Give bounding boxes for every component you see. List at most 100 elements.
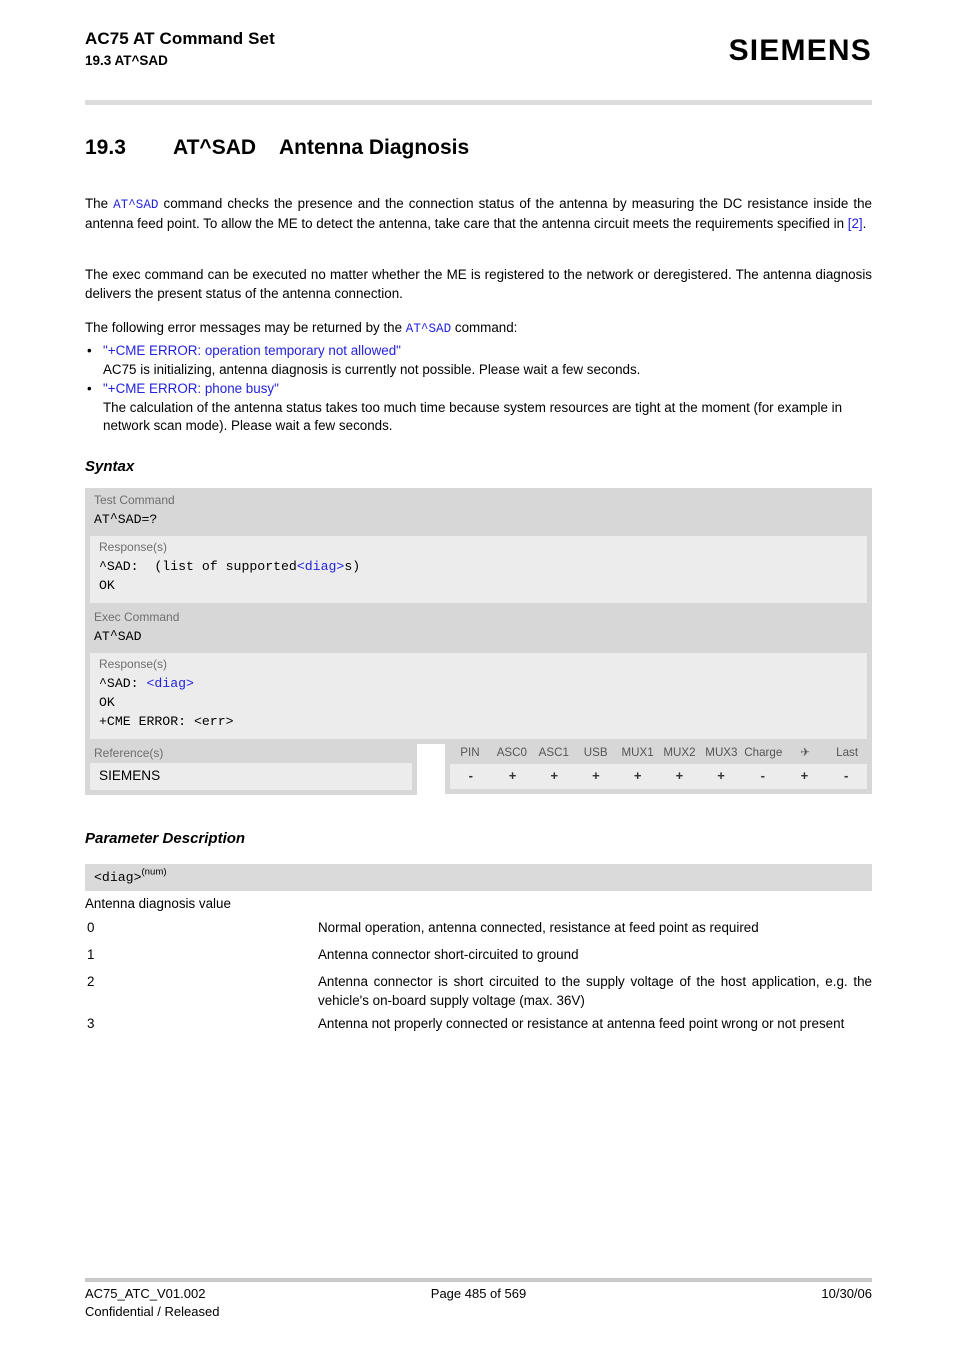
capability-value-row: - + + + + + + - + - <box>450 764 867 789</box>
diag-placeholder: <diag> <box>146 676 194 691</box>
section-title: Antenna Diagnosis <box>279 136 470 159</box>
syntax-heading: Syntax <box>85 458 135 475</box>
capability-column-mux1: MUX1 <box>621 746 654 759</box>
capability-value-asc1: + <box>550 768 559 783</box>
resp-ok-line: OK <box>99 578 115 593</box>
test-response-block: Response(s) ^SAD: (list of supported<dia… <box>90 536 867 603</box>
capability-column-asc0: ASC0 <box>496 746 527 759</box>
intro-p1-part-c: . <box>862 215 867 231</box>
capability-header-row: PIN ASC0 ASC1 USB MUX1 MUX2 MUX3 Charge … <box>445 741 872 764</box>
footer-divider <box>85 1278 872 1282</box>
table-row: 1 Antenna connector short-circuited to g… <box>85 946 872 965</box>
exec-command-label: Exec Command <box>94 610 180 624</box>
resp-part-c: s) <box>344 559 361 574</box>
code-post: SAD=? <box>117 512 158 527</box>
document-page: AC75 AT Command Set 19.3 AT^SAD SIEMENS … <box>0 0 954 1351</box>
capability-column-last: Last <box>836 746 859 759</box>
error-message-list: • "+CME ERROR: operation temporary not a… <box>85 342 872 436</box>
bullet-icon: • <box>87 343 92 358</box>
intro-paragraph-3: The following error messages may be retu… <box>85 319 872 339</box>
intro-p3-command: AT^SAD <box>405 322 452 336</box>
error-description: The calculation of the antenna status ta… <box>103 399 843 434</box>
code-pre: AT <box>94 512 110 527</box>
reference-link-2[interactable]: [2] <box>848 216 863 231</box>
capability-value-pin: - <box>468 768 474 783</box>
intro-p3-part-b: command: <box>451 320 518 335</box>
reference-label: Reference(s) <box>94 746 164 760</box>
list-item: • "+CME ERROR: phone busy" The calculati… <box>85 380 872 436</box>
capability-value-mux1: + <box>633 768 642 783</box>
parameter-value-description: Normal operation, antenna connected, res… <box>318 920 759 935</box>
parameter-name: <diag> <box>94 870 142 885</box>
intro-p1-command: AT^SAD <box>113 198 159 212</box>
resp-ok-line: OK <box>99 695 115 710</box>
document-title: AC75 AT Command Set <box>85 29 275 48</box>
capability-column-charge: Charge <box>744 746 783 759</box>
exec-command-code: AT^SAD <box>85 627 872 653</box>
parameter-name-band: <diag>(num) <box>85 864 872 891</box>
parameter-type: (num) <box>141 866 167 878</box>
footer-date: 10/30/06 <box>821 1286 872 1301</box>
capability-value-last: - <box>844 768 849 783</box>
caret-glyph: ^ <box>109 511 118 526</box>
exec-response-label: Response(s) <box>99 657 168 671</box>
table-row: 3 Antenna not properly connected or resi… <box>85 1015 872 1034</box>
code-post: SAD <box>117 629 142 644</box>
siemens-logo: SIEMENS <box>728 34 872 67</box>
capability-column-pin: PIN <box>460 746 480 759</box>
parameter-value-key: 1 <box>87 947 95 962</box>
capability-value-airplane: + <box>800 768 809 783</box>
capability-column-usb: USB <box>583 746 608 759</box>
diag-placeholder: <diag> <box>296 559 345 574</box>
exec-command-box: Exec Command AT^SAD Response(s) ^SAD: <d… <box>85 605 872 744</box>
section-command: AT^SAD <box>173 136 257 159</box>
capability-column-asc1: ASC1 <box>538 746 569 759</box>
footer-classification: Confidential / Released <box>85 1304 220 1319</box>
test-command-box: Test Command AT^SAD=? Response(s) ^SAD: … <box>85 488 872 608</box>
airplane-mode-icon: ✈ <box>800 746 811 759</box>
caret-glyph: ^ <box>109 628 118 643</box>
capability-table: PIN ASC0 ASC1 USB MUX1 MUX2 MUX3 Charge … <box>445 741 872 794</box>
table-row: 2 Antenna connector is short circuited t… <box>85 973 872 1010</box>
list-item: • "+CME ERROR: operation temporary not a… <box>85 342 872 379</box>
test-command-code: AT^SAD=? <box>85 510 872 536</box>
page-header: AC75 AT Command Set 19.3 AT^SAD SIEMENS <box>85 28 872 88</box>
capability-value-mux2: + <box>675 768 684 783</box>
section-number: 19.3 <box>85 136 126 159</box>
parameter-value-key: 3 <box>87 1016 95 1031</box>
intro-paragraph-1: The AT^SAD command checks the presence a… <box>85 195 872 233</box>
parameter-description-heading: Parameter Description <box>85 830 246 847</box>
intro-p1-part-b: command checks the presence and the conn… <box>85 196 872 231</box>
resp-part-a: ^SAD: (list of supported <box>99 559 297 574</box>
code-pre: AT <box>94 629 110 644</box>
error-description: AC75 is initializing, antenna diagnosis … <box>103 361 641 377</box>
capability-column-mux2: MUX2 <box>663 746 696 759</box>
intro-p1-part-a: The <box>85 196 114 211</box>
reference-box: Reference(s) SIEMENS <box>85 741 417 795</box>
test-response-code: ^SAD: (list of supported<diag>s) OK <box>90 557 867 603</box>
bullet-icon: • <box>87 381 92 397</box>
capability-value-asc0: + <box>508 768 517 783</box>
parameter-value-key: 2 <box>87 974 95 989</box>
test-response-label: Response(s) <box>99 540 168 554</box>
intro-paragraph-2: The exec command can be executed no matt… <box>85 267 872 301</box>
parameter-value-description: Antenna connector is short circuited to … <box>318 974 872 1008</box>
test-command-label: Test Command <box>94 493 175 507</box>
resp-part-a: ^SAD: <box>99 676 147 691</box>
table-row: 0 Normal operation, antenna connected, r… <box>85 919 872 938</box>
footer-document-id: AC75_ATC_V01.002 <box>85 1286 206 1301</box>
capability-value-usb: + <box>592 768 600 783</box>
reference-value: SIEMENS <box>90 763 412 790</box>
parameter-value-description: Antenna connector short-circuited to gro… <box>318 947 579 962</box>
exec-response-block: Response(s) ^SAD: <diag> OK +CME ERROR: <e… <box>90 653 867 739</box>
header-divider <box>85 100 872 105</box>
header-text-block: AC75 AT Command Set 19.3 AT^SAD <box>85 28 275 70</box>
error-code-label: "+CME ERROR: phone busy" <box>103 381 279 397</box>
resp-error-line: +CME ERROR: <err> <box>99 714 234 729</box>
exec-response-code: ^SAD: <diag> OK +CME ERROR: <err> <box>90 674 867 739</box>
capability-column-mux3: MUX3 <box>705 746 738 759</box>
parameter-value-key: 0 <box>87 920 95 935</box>
intro-p3-part-a: The following error messages may be retu… <box>85 320 406 335</box>
parameter-summary: Antenna diagnosis value <box>85 896 231 911</box>
page-title: 19.3 AT^SAD Antenna Diagnosis <box>85 136 872 160</box>
